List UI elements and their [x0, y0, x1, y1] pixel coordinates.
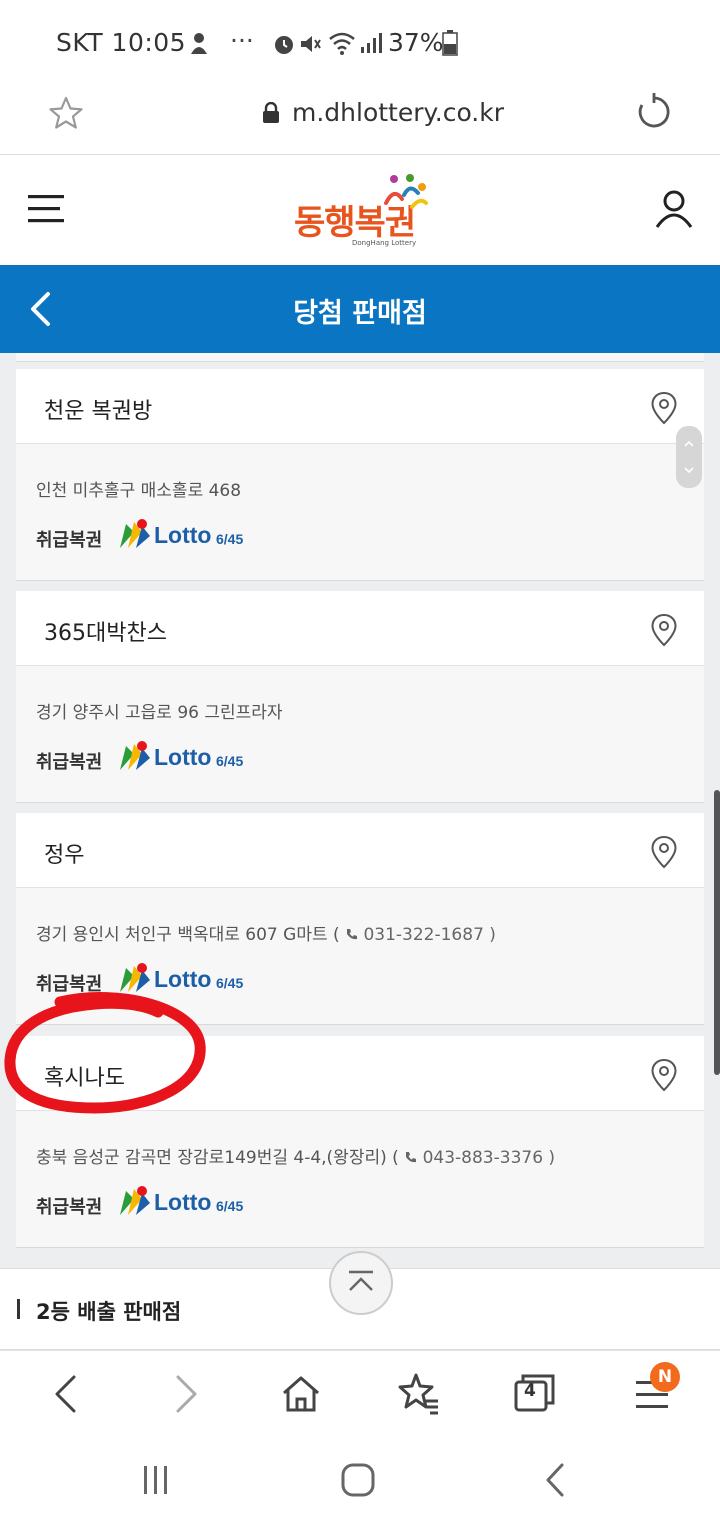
store-card-partial: [16, 353, 704, 362]
alarm-icon: [275, 36, 293, 54]
recent-apps-icon[interactable]: [138, 1462, 174, 1498]
store-card-body: 경기 양주시 고읍로 96 그린프라자 취급복권 Lotto 6/45: [16, 666, 704, 802]
lotto-number: 6/45: [216, 531, 244, 547]
lotto-logo: Lotto 6/45: [118, 518, 258, 554]
status-more-dots: ···: [230, 26, 254, 55]
store-address-text: 경기 용인시 처인구 백옥대로 607 G마트 (: [36, 925, 340, 945]
site-header: 동행복권 DongHang Lottery: [0, 155, 720, 265]
notification-icon: [191, 33, 207, 54]
store-card-header: 정우: [16, 813, 704, 888]
store-name: 365대박찬스: [44, 621, 167, 646]
lotto-word: Lotto: [154, 744, 212, 770]
hamburger-menu-icon[interactable]: [28, 193, 66, 225]
store-card-header: 천운 복권방: [16, 369, 704, 444]
wifi-icon: [329, 32, 355, 55]
browser-home-icon[interactable]: [276, 1369, 326, 1419]
lotto-logo: Lotto 6/45: [118, 1185, 258, 1221]
home-button-icon[interactable]: [338, 1460, 378, 1500]
reload-icon[interactable]: [634, 92, 674, 132]
tab-count: 4: [524, 1381, 536, 1401]
section-bar-marker: [17, 1299, 20, 1319]
lotto-clover-icon: [120, 1186, 150, 1215]
store-card-body: 인천 미추홀구 매소홀로 468 취급복권 Lotto 6/45: [16, 444, 704, 580]
lock-icon: [263, 102, 279, 123]
store-address-text: 충북 음성군 감곡면 장감로149번길 4-4,(왕장리) (: [36, 1148, 399, 1168]
signal-icon: [361, 33, 382, 53]
store-address: 경기 용인시 처인구 백옥대로 607 G마트 ( 031-322-1687 ): [36, 920, 496, 945]
lotto-number: 6/45: [216, 753, 244, 769]
battery-icon: [442, 30, 458, 56]
notification-badge: N: [650, 1362, 680, 1392]
store-address-text: 인천 미추홀구 매소홀로 468: [36, 481, 242, 501]
scroll-to-top-button[interactable]: [329, 1251, 393, 1315]
lotto-clover-icon: [120, 519, 150, 548]
lotto-number: 6/45: [216, 975, 244, 991]
logo-subtext: DongHang Lottery: [352, 239, 417, 247]
phone-icon: [347, 929, 358, 940]
scrollbar-thumb[interactable]: [676, 426, 702, 488]
mute-icon: [301, 36, 321, 52]
status-carrier-time: SKT 10:05: [56, 28, 187, 57]
store-card: 천운 복권방 인천 미추홀구 매소홀로 468 취급복권 Lotto 6/45: [16, 369, 704, 581]
android-nav-bar: [0, 1440, 720, 1520]
browser-forward-icon[interactable]: [160, 1369, 210, 1419]
battery-percent: 37%: [388, 28, 444, 57]
browser-toolbar: 4: [0, 1350, 720, 1441]
browser-url-bar: m.dhlottery.co.kr: [0, 86, 720, 155]
page-title: 당첨 판매점: [293, 298, 427, 329]
url-text[interactable]: m.dhlottery.co.kr: [292, 98, 504, 127]
status-bar: SKT 10:05 ··· 37%: [0, 0, 720, 86]
bookmark-star-icon[interactable]: [48, 96, 84, 130]
phone-icon: [406, 1152, 417, 1163]
browser-back-icon[interactable]: [42, 1369, 92, 1419]
map-pin-icon[interactable]: [650, 391, 678, 425]
map-pin-icon[interactable]: [650, 1058, 678, 1092]
logo-figures-icon: [384, 174, 428, 209]
store-card: 365대박찬스 경기 양주시 고읍로 96 그린프라자 취급복권 Lotto 6…: [16, 591, 704, 803]
lotto-word: Lotto: [154, 1189, 212, 1215]
double-up-chevron-icon: [349, 1270, 373, 1291]
system-back-icon[interactable]: [538, 1460, 574, 1500]
lotto-word: Lotto: [154, 522, 212, 548]
ticket-type-label: 취급복권: [36, 1197, 103, 1218]
store-name: 천운 복권방: [44, 399, 153, 424]
store-phone[interactable]: 031-322-1687 ): [363, 925, 495, 945]
store-card-body: 충북 음성군 감곡면 장감로149번길 4-4,(왕장리) ( 043-883-…: [16, 1111, 704, 1247]
edge-panel-handle[interactable]: [714, 790, 720, 1075]
map-pin-icon[interactable]: [650, 835, 678, 869]
store-address-text: 경기 양주시 고읍로 96 그린프라자: [36, 703, 283, 723]
lotto-logo: Lotto 6/45: [118, 740, 258, 776]
bookmarks-icon[interactable]: [394, 1369, 444, 1419]
store-card-header: 365대박찬스: [16, 591, 704, 666]
store-address: 경기 양주시 고읍로 96 그린프라자: [36, 698, 283, 723]
store-name: 정우: [44, 843, 85, 868]
store-address: 인천 미추홀구 매소홀로 468: [36, 476, 241, 501]
page-title-bar: 당첨 판매점: [0, 265, 720, 353]
user-account-icon[interactable]: [654, 189, 694, 229]
ticket-type-label: 취급복권: [36, 530, 103, 551]
lotto-number: 6/45: [216, 1198, 244, 1214]
lotto-clover-icon: [120, 741, 150, 770]
section-title: 2등 배출 판매점: [36, 1300, 182, 1324]
map-pin-icon[interactable]: [650, 613, 678, 647]
store-list: 천운 복권방 인천 미추홀구 매소홀로 468 취급복권 Lotto 6/45 …: [0, 353, 720, 1268]
tabs-button[interactable]: 4: [510, 1369, 560, 1419]
store-address: 충북 음성군 감곡면 장감로149번길 4-4,(왕장리) ( 043-883-…: [36, 1143, 555, 1168]
red-annotation-circle: [4, 992, 206, 1114]
lotto-word: Lotto: [154, 966, 212, 992]
ticket-type-label: 취급복권: [36, 752, 103, 773]
store-phone[interactable]: 043-883-3376 ): [423, 1148, 555, 1168]
scroll-arrows-icon: [684, 440, 694, 474]
